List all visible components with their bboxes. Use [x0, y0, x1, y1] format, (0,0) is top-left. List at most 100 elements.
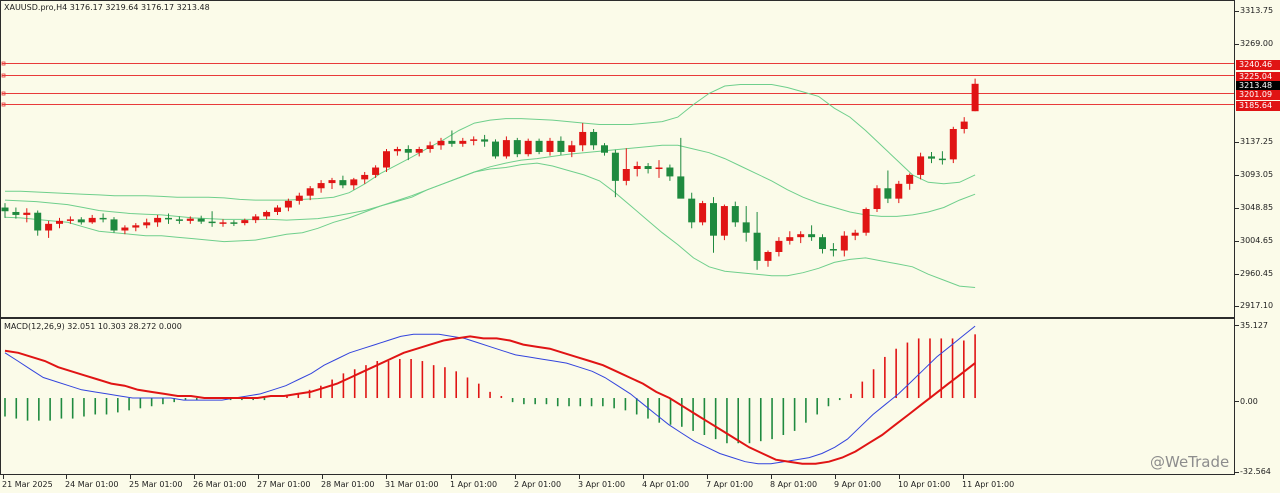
bearish-candle: [808, 234, 816, 238]
bullish-candle: [372, 167, 380, 175]
price-label: 3269.00: [1240, 39, 1274, 48]
bullish-candle: [306, 188, 314, 196]
price-label: 3093.05: [1240, 170, 1274, 179]
time-label: 25 Mar 01:00: [129, 480, 183, 489]
bullish-candle: [66, 219, 74, 221]
time-label: 4 Apr 01:00: [642, 480, 690, 489]
bearish-candle: [611, 152, 619, 181]
bearish-candle: [175, 219, 183, 221]
price-label: 2917.10: [1240, 301, 1274, 310]
bearish-candle: [230, 222, 238, 224]
price-tick: [1235, 44, 1239, 45]
bearish-candle: [710, 203, 717, 236]
bullish-candle: [862, 209, 870, 233]
bearish-candle: [829, 249, 837, 251]
time-label: 9 Apr 01:00: [834, 480, 882, 489]
bearish-candle: [677, 176, 685, 199]
bullish-candle: [895, 183, 903, 199]
time-label: 21 Mar 2025: [2, 480, 53, 489]
time-tick: [130, 475, 131, 479]
time-tick: [643, 475, 644, 479]
bullish-candle: [568, 145, 576, 152]
bearish-candle: [884, 188, 892, 199]
bullish-candle: [524, 140, 532, 155]
bullish-candle: [949, 128, 957, 160]
time-tick: [579, 475, 580, 479]
bullish-candle: [917, 156, 925, 175]
time-label: 10 Apr 01:00: [898, 480, 951, 489]
bullish-candle: [56, 220, 63, 224]
bullish-candle: [295, 195, 303, 201]
bullish-candle: [851, 232, 859, 236]
price-label: 3313.75: [1240, 6, 1274, 15]
bearish-candle: [77, 219, 85, 223]
bearish-candle: [688, 198, 696, 223]
trading-terminal: XAUUSD.pro,H4 3176.17 3219.64 3176.17 32…: [0, 0, 1280, 493]
price-label: 3137.25: [1240, 137, 1274, 146]
time-label: 2 Apr 01:00: [514, 480, 562, 489]
level-tag: 3185.64: [1236, 101, 1280, 111]
bullish-candle: [121, 227, 129, 231]
bullish-candle: [960, 121, 968, 129]
bullish-candle: [154, 217, 162, 223]
bearish-candle: [404, 148, 412, 153]
bullish-candle: [393, 148, 401, 152]
time-label: 31 Mar 01:00: [385, 480, 439, 489]
bullish-candle: [797, 234, 805, 238]
bullish-candle: [361, 174, 369, 180]
bearish-candle: [644, 166, 652, 170]
time-label: 8 Apr 01:00: [770, 480, 818, 489]
bullish-candle: [622, 169, 630, 181]
bullish-candle: [775, 240, 783, 252]
time-tick: [963, 475, 964, 479]
bullish-candle: [317, 183, 325, 189]
time-label: 26 Mar 01:00: [193, 480, 247, 489]
time-label: 28 Mar 01:00: [321, 480, 375, 489]
bearish-candle: [339, 180, 347, 186]
bullish-candle: [437, 140, 445, 146]
bearish-candle: [590, 131, 598, 146]
macd-tick: [1235, 325, 1239, 326]
bearish-candle: [601, 145, 608, 153]
chart-canvas: [1, 61, 1234, 465]
price-label: 2960.45: [1240, 269, 1274, 278]
macd-tick: [1235, 401, 1239, 402]
macd-label: -32.564: [1240, 467, 1271, 476]
price-tick: [1235, 241, 1239, 242]
price-tick: [1235, 175, 1239, 176]
bearish-candle: [753, 232, 761, 261]
bullish-candle: [328, 180, 336, 184]
price-tick: [1235, 274, 1239, 275]
bullish-candle: [415, 148, 423, 153]
bearish-candle: [197, 218, 205, 222]
bullish-candle: [840, 235, 848, 251]
bullish-candle: [274, 207, 281, 212]
time-tick: [707, 475, 708, 479]
bearish-candle: [742, 222, 750, 233]
bearish-candle: [12, 211, 20, 215]
bullish-candle: [764, 251, 772, 261]
time-tick: [386, 475, 387, 479]
bearish-candle: [481, 139, 489, 142]
bearish-candle: [492, 141, 499, 157]
bullish-candle: [252, 216, 260, 221]
bullish-candle: [873, 188, 881, 210]
price-tick: [1235, 11, 1239, 12]
time-tick: [899, 475, 900, 479]
bearish-candle: [208, 221, 216, 224]
bollinger-middle-line: [4, 144, 976, 221]
time-tick: [835, 475, 836, 479]
bullish-candle: [971, 83, 979, 112]
bullish-candle: [579, 131, 587, 146]
time-tick: [322, 475, 323, 479]
bearish-candle: [513, 140, 521, 155]
bearish-candle: [99, 217, 107, 220]
level-tag: 3240.46: [1236, 60, 1280, 70]
bullish-candle: [263, 211, 271, 217]
bearish-candle: [557, 140, 565, 152]
bearish-candle: [448, 140, 456, 144]
bearish-candle: [928, 156, 935, 159]
time-label: 3 Apr 01:00: [578, 480, 626, 489]
time-tick: [194, 475, 195, 479]
bearish-candle: [731, 206, 739, 223]
